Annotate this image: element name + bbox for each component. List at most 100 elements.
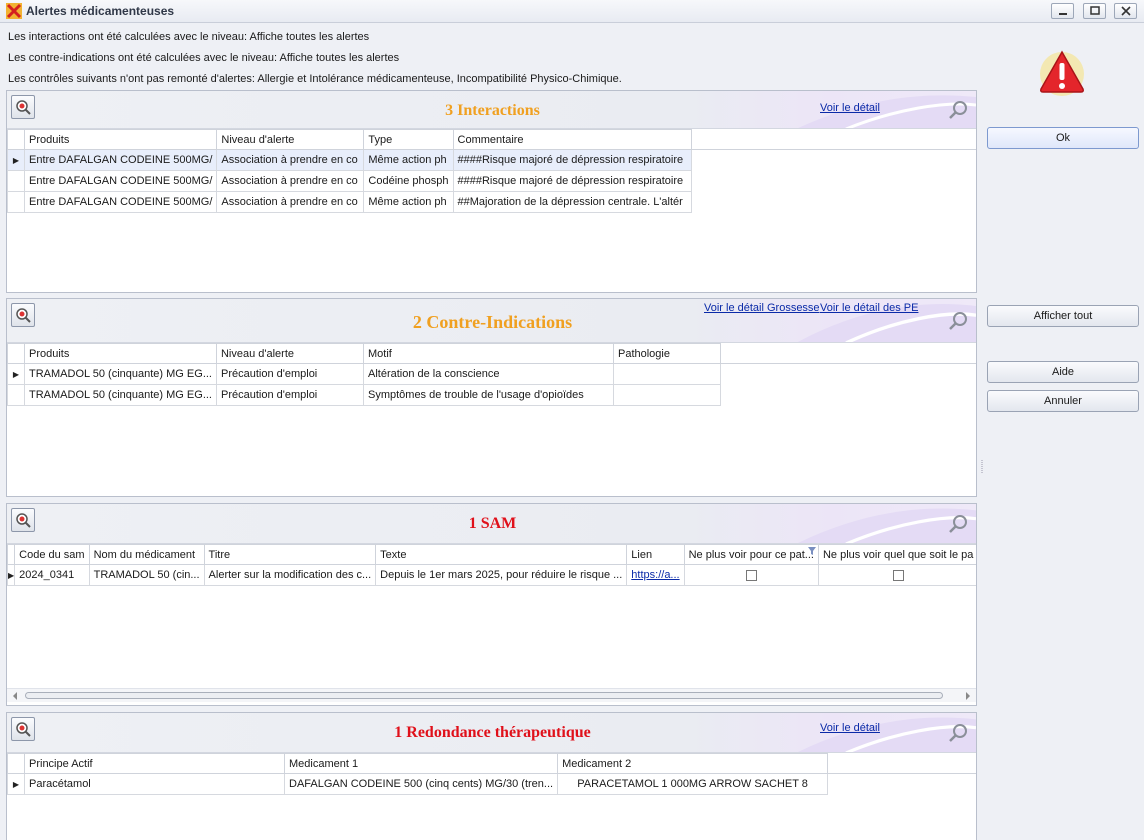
table-cell[interactable]: Entre DAFALGAN CODEINE 500MG/ — [23, 149, 218, 171]
table-header-row: Produits Niveau d'alerte Motif Pathologi… — [7, 343, 721, 364]
column-header[interactable]: Commentaire — [452, 129, 692, 150]
table-cell[interactable]: 2024_0341 — [14, 564, 90, 586]
voir-le-detail-link[interactable]: Voir le détail — [820, 102, 880, 114]
afficher-tout-button[interactable]: Afficher tout — [987, 305, 1139, 327]
table-cell-link[interactable]: https://a... — [626, 564, 685, 586]
column-header[interactable]: Niveau d'alerte — [215, 343, 364, 364]
table-cell[interactable]: TRAMADOL 50 (cin... — [88, 564, 205, 586]
voir-detail-grossesse-link[interactable]: Voir le détail Grossesse — [704, 302, 820, 314]
column-header[interactable]: Niveau d'alerte — [216, 129, 365, 150]
table-row[interactable]: ▶ Entre DAFALGAN CODEINE 500MG/ Associat… — [7, 149, 692, 171]
table-cell[interactable]: DAFALGAN CODEINE 500 (cinq cents) MG/30 … — [283, 773, 559, 795]
aide-button[interactable]: Aide — [987, 361, 1139, 383]
column-header[interactable]: Produits — [24, 343, 217, 364]
table-cell[interactable] — [612, 384, 721, 406]
table-row[interactable]: ▶ Paracétamol DAFALGAN CODEINE 500 (cinq… — [7, 773, 829, 795]
table-cell — [817, 564, 976, 586]
search-icon[interactable] — [948, 310, 970, 332]
column-header[interactable]: Texte — [375, 544, 628, 565]
column-header[interactable]: Produits — [23, 129, 218, 150]
redondance-panel: 1 Redondance thérapeutique Voir le détai… — [6, 712, 977, 840]
table-cell[interactable]: Association à prendre en co — [216, 170, 365, 192]
filter-icon[interactable] — [807, 547, 816, 555]
table-cell[interactable]: Altération de la conscience — [362, 363, 614, 385]
info-line-contre-indications: Les contre-indications ont été calculées… — [8, 52, 400, 64]
splitter-grip[interactable] — [493, 705, 505, 706]
splitter-grip[interactable] — [493, 292, 505, 293]
scroll-left-icon[interactable] — [11, 692, 19, 700]
column-header[interactable]: Ne plus voir pour ce pat... — [683, 544, 819, 565]
column-header[interactable]: Lien — [626, 544, 685, 565]
row-indicator: ▶ — [7, 564, 16, 586]
voir-detail-pe-link[interactable]: Voir le détail des PE — [820, 302, 918, 314]
table-row[interactable]: ▶ TRAMADOL 50 (cinquante) MG EG... Préca… — [7, 363, 721, 385]
close-button[interactable] — [1114, 3, 1137, 19]
redondance-header: 1 Redondance thérapeutique Voir le détai… — [7, 713, 976, 753]
sam-header: 1 SAM — [7, 504, 976, 544]
splitter-grip[interactable] — [493, 496, 505, 497]
table-cell[interactable]: TRAMADOL 50 (cinquante) MG EG... — [24, 363, 217, 385]
table-row[interactable]: ▶ 2024_0341 TRAMADOL 50 (cin... Alerter … — [7, 564, 976, 586]
minimize-icon — [1058, 13, 1067, 15]
vertical-splitter-grip[interactable] — [980, 460, 984, 474]
table-cell[interactable]: Même action ph — [363, 191, 454, 213]
search-icon[interactable] — [948, 99, 970, 121]
contre-indications-title: 2 Contre-Indications — [412, 312, 573, 332]
ne-plus-voir-global-checkbox[interactable] — [892, 569, 904, 581]
horizontal-scrollbar[interactable] — [7, 688, 976, 702]
search-icon[interactable] — [948, 722, 970, 744]
table-cell[interactable]: Association à prendre en co — [216, 149, 365, 171]
contre-indications-header: 2 Contre-Indications Voir le détail Gros… — [7, 299, 976, 343]
table-cell[interactable]: Même action ph — [363, 149, 454, 171]
sam-table: Code du sam Nom du médicament Titre Text… — [7, 544, 976, 586]
column-header[interactable]: Ne plus voir quel que soit le pa — [817, 544, 976, 565]
table-cell[interactable]: Association à prendre en co — [216, 191, 365, 213]
row-arrow-icon: ▶ — [12, 780, 20, 789]
column-header[interactable]: Medicament 2 — [557, 753, 829, 774]
table-row[interactable]: TRAMADOL 50 (cinquante) MG EG... Précaut… — [7, 384, 721, 406]
table-header-row: Code du sam Nom du médicament Titre Text… — [7, 544, 976, 565]
table-cell[interactable]: Paracétamol — [24, 773, 285, 795]
search-icon[interactable] — [948, 513, 970, 535]
voir-le-detail-link[interactable]: Voir le détail — [820, 722, 880, 734]
close-icon — [1120, 6, 1131, 16]
table-cell[interactable]: Précaution d'emploi — [215, 363, 364, 385]
table-cell[interactable]: Entre DAFALGAN CODEINE 500MG/ — [23, 191, 218, 213]
table-cell[interactable]: ####Risque majoré de dépression respirat… — [452, 170, 692, 192]
row-indicator-header — [7, 753, 25, 774]
row-indicator-header — [7, 544, 16, 565]
table-cell[interactable]: PARACETAMOL 1 000MG ARROW SACHET 8 — [557, 773, 829, 795]
maximize-button[interactable] — [1083, 3, 1106, 19]
row-indicator: ▶ — [7, 363, 25, 385]
column-header[interactable]: Type — [363, 129, 454, 150]
scrollbar-thumb[interactable] — [25, 692, 943, 699]
table-cell[interactable]: Précaution d'emploi — [215, 384, 364, 406]
ok-button[interactable]: Ok — [987, 127, 1139, 149]
column-header[interactable]: Medicament 1 — [283, 753, 559, 774]
column-header[interactable]: Pathologie — [612, 343, 721, 364]
column-header[interactable]: Principe Actif — [24, 753, 285, 774]
table-cell[interactable]: ####Risque majoré de dépression respirat… — [452, 149, 692, 171]
ne-plus-voir-patient-checkbox[interactable] — [745, 569, 757, 581]
annuler-button[interactable]: Annuler — [987, 390, 1139, 412]
table-cell[interactable]: Entre DAFALGAN CODEINE 500MG/ — [23, 170, 218, 192]
column-header[interactable]: Motif — [362, 343, 614, 364]
app-icon — [6, 3, 22, 19]
table-cell[interactable]: Depuis le 1er mars 2025, pour réduire le… — [375, 564, 628, 586]
table-cell[interactable]: ##Majoration de la dépression centrale. … — [452, 191, 692, 213]
column-header[interactable]: Nom du médicament — [88, 544, 205, 565]
table-cell[interactable]: TRAMADOL 50 (cinquante) MG EG... — [24, 384, 217, 406]
table-cell[interactable] — [612, 363, 721, 385]
scroll-right-icon[interactable] — [964, 692, 972, 700]
column-header[interactable]: Titre — [203, 544, 377, 565]
table-row[interactable]: Entre DAFALGAN CODEINE 500MG/ Associatio… — [7, 191, 692, 213]
column-header[interactable]: Code du sam — [14, 544, 90, 565]
table-cell[interactable]: Symptômes de trouble de l'usage d'opioïd… — [362, 384, 614, 406]
table-row[interactable]: Entre DAFALGAN CODEINE 500MG/ Associatio… — [7, 170, 692, 192]
table-cell[interactable]: Codéine phosph — [363, 170, 454, 192]
row-indicator — [7, 170, 25, 192]
table-header-row: Principe Actif Medicament 1 Medicament 2 — [7, 753, 829, 774]
table-cell[interactable]: Alerter sur la modification des c... — [203, 564, 377, 586]
minimize-button[interactable] — [1051, 3, 1074, 19]
info-line-interactions: Les interactions ont été calculées avec … — [8, 31, 370, 43]
